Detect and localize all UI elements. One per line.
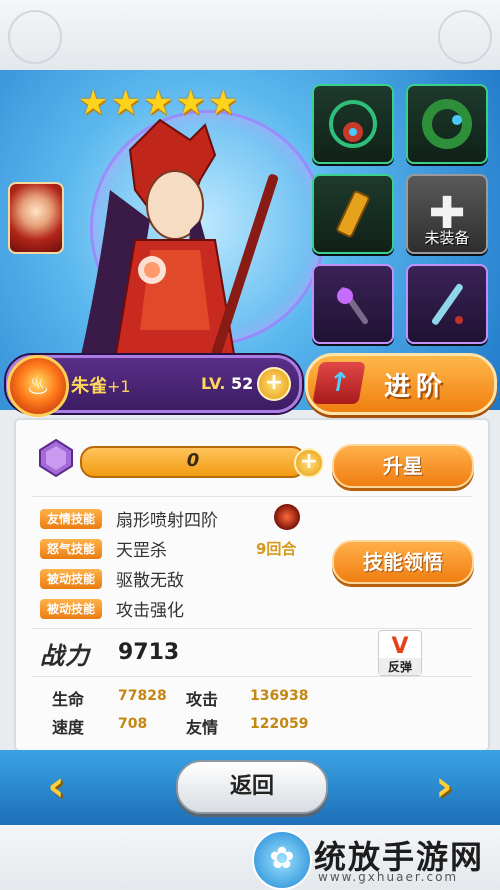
star-exp-bar: 0 bbox=[80, 446, 306, 478]
skill-tag: 友情技能 bbox=[40, 508, 102, 529]
skill-tag: 被动技能 bbox=[40, 598, 102, 619]
advance-arrow-icon: ↑ bbox=[312, 362, 366, 404]
skill-cooldown-rounds: 9回合 bbox=[256, 540, 297, 558]
skill-tag: 被动技能 bbox=[40, 568, 102, 589]
friendship-value: 122059 bbox=[250, 716, 309, 732]
skill-learn-button[interactable]: 技能领悟 bbox=[332, 540, 474, 584]
scepter-icon bbox=[337, 287, 369, 325]
counter-v-icon: V bbox=[391, 634, 409, 659]
star-icon: ★ bbox=[142, 83, 174, 123]
purple-gem-icon bbox=[39, 438, 73, 478]
combat-power-label: 战力 bbox=[40, 642, 90, 670]
attack-label: 攻击 bbox=[186, 690, 219, 709]
combat-power-value: 9713 bbox=[118, 640, 180, 665]
watermark-logo-icon: ✿ bbox=[252, 830, 312, 890]
star-icon: ★ bbox=[78, 83, 109, 123]
talisman-icon bbox=[336, 190, 370, 238]
level-label: LV. bbox=[201, 374, 226, 393]
fire-element-icon: ♨ bbox=[7, 355, 69, 417]
star-icon: ★ bbox=[207, 83, 239, 123]
equip-slot-scepter[interactable] bbox=[312, 264, 394, 344]
equip-slot-talisman[interactable] bbox=[312, 174, 394, 254]
divider bbox=[32, 496, 472, 497]
skill-row: 被动技能 驱散无敌 bbox=[40, 566, 184, 591]
skill-row: 怒气技能 天罡杀 bbox=[40, 536, 167, 561]
skill-name: 扇形喷射四阶 bbox=[116, 511, 218, 531]
hero-info-panel: 0 + 升星 友情技能 扇形喷射四阶 怒气技能 天罡杀 9回合 被动技能 驱散无… bbox=[14, 418, 490, 752]
hero-name-text: 朱雀 bbox=[71, 376, 107, 397]
hero-name-bar: ♨ 朱雀+1 LV. 52 + bbox=[6, 355, 302, 417]
counter-badge-label: 反弹 bbox=[379, 658, 421, 675]
advance-label: 进阶 bbox=[384, 372, 449, 402]
star-rating: ★ ★ ★ ★ ★ bbox=[78, 86, 238, 120]
star-icon: ★ bbox=[110, 83, 141, 123]
add-exp-plus-button[interactable]: + bbox=[294, 448, 324, 478]
skill-row: 被动技能 攻击强化 bbox=[40, 596, 184, 621]
speed-value: 708 bbox=[118, 716, 148, 732]
speed-label: 速度 bbox=[52, 718, 85, 737]
star-up-button[interactable]: 升星 bbox=[332, 444, 474, 488]
flute-icon bbox=[431, 283, 463, 325]
star-icon: ★ bbox=[175, 83, 206, 123]
skill-name: 驱散无敌 bbox=[116, 571, 184, 591]
top-frame bbox=[0, 0, 500, 72]
skill-row: 友情技能 扇形喷射四阶 bbox=[40, 506, 218, 531]
back-button[interactable]: 返回 bbox=[176, 760, 328, 814]
equip-slot-ring[interactable] bbox=[406, 84, 488, 164]
level-value: 52 bbox=[230, 374, 254, 393]
counter-badge[interactable]: V 反弹 bbox=[378, 630, 422, 676]
jade-ring-icon bbox=[422, 99, 472, 149]
equip-slot-flute[interactable] bbox=[406, 264, 488, 344]
divider bbox=[32, 676, 472, 677]
equip-slot-empty[interactable]: ✚ 未装备 bbox=[406, 174, 488, 254]
watermark-url: www.gxhuaer.com bbox=[318, 870, 459, 884]
unequipped-label: 未装备 bbox=[424, 229, 470, 247]
attack-value: 136938 bbox=[250, 688, 309, 704]
skill-name: 天罡杀 bbox=[116, 541, 167, 561]
advance-button[interactable]: ↑ 进阶 bbox=[305, 353, 497, 415]
hero-name-plus: +1 bbox=[107, 377, 131, 396]
star-exp-value: 0 bbox=[186, 450, 200, 471]
hero-level: LV. 52 bbox=[201, 374, 253, 393]
skill-name: 攻击强化 bbox=[116, 601, 184, 621]
skill-tag: 怒气技能 bbox=[40, 538, 102, 559]
level-up-plus-button[interactable]: + bbox=[257, 367, 291, 401]
necklace-icon bbox=[329, 100, 377, 148]
equip-slot-necklace[interactable] bbox=[312, 84, 394, 164]
friendship-label: 友情 bbox=[186, 718, 219, 737]
next-hero-button[interactable]: › bbox=[424, 765, 464, 807]
divider bbox=[32, 628, 472, 629]
hero-portrait-thumbnail bbox=[8, 182, 64, 254]
hp-value: 77828 bbox=[118, 688, 167, 704]
prev-hero-button[interactable]: ‹ bbox=[36, 765, 76, 807]
hero-name: 朱雀+1 bbox=[71, 372, 131, 398]
equipment-grid: ✚ 未装备 bbox=[312, 84, 488, 344]
skill-fire-icon[interactable] bbox=[274, 504, 300, 530]
hp-label: 生命 bbox=[52, 690, 85, 709]
